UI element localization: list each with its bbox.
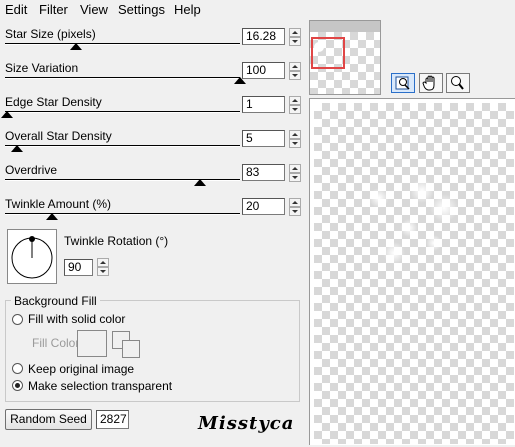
star-size-spinner[interactable] bbox=[289, 28, 301, 46]
zoom-fit-button[interactable] bbox=[391, 73, 415, 93]
zoom-fit-icon bbox=[395, 76, 410, 90]
menu-filter[interactable]: Filter bbox=[39, 2, 68, 17]
size-variation-input[interactable]: 100 bbox=[242, 62, 285, 79]
fill-color-swatch[interactable] bbox=[77, 330, 107, 357]
star-size-input[interactable]: 16.28 bbox=[242, 28, 285, 45]
watermark-signature: Misstyca bbox=[198, 413, 295, 434]
twinkle-amount-slider-thumb[interactable] bbox=[46, 213, 58, 220]
overdrive-slider-thumb[interactable] bbox=[194, 179, 207, 186]
make-selection-transparent-label[interactable]: Make selection transparent bbox=[28, 379, 172, 393]
spin-down-arrow-icon[interactable] bbox=[289, 71, 301, 80]
twinkle-amount-spinner[interactable] bbox=[289, 198, 301, 216]
fill-solid-color-label[interactable]: Fill with solid color bbox=[28, 312, 125, 326]
navigator-panel bbox=[309, 20, 381, 95]
overall-star-density-spinner[interactable] bbox=[289, 130, 301, 148]
spin-down-arrow-icon[interactable] bbox=[289, 37, 301, 46]
size-variation-spinner[interactable] bbox=[289, 62, 301, 80]
navigator-star-dot bbox=[314, 42, 324, 52]
rotation-dial-icon bbox=[11, 236, 53, 279]
keep-original-image-radio[interactable] bbox=[12, 363, 23, 374]
spin-up-arrow-icon[interactable] bbox=[289, 62, 301, 71]
overall-star-density-label: Overall Star Density bbox=[5, 129, 112, 143]
spin-down-arrow-icon[interactable] bbox=[97, 267, 109, 276]
rotation-dial[interactable] bbox=[7, 229, 57, 284]
overdrive-input[interactable]: 83 bbox=[242, 164, 285, 181]
spin-down-arrow-icon[interactable] bbox=[289, 139, 301, 148]
overdrive-label: Overdrive bbox=[5, 163, 58, 177]
overall-star-density-slider-track[interactable] bbox=[5, 145, 240, 147]
preview-canvas[interactable] bbox=[314, 103, 514, 444]
spin-up-arrow-icon[interactable] bbox=[289, 96, 301, 105]
keep-original-image-label[interactable]: Keep original image bbox=[28, 362, 134, 376]
edge-star-density-spinner[interactable] bbox=[289, 96, 301, 114]
twinkle-rotation-spinner[interactable] bbox=[97, 258, 109, 276]
spin-up-arrow-icon[interactable] bbox=[97, 258, 109, 267]
fill-color-back-swatch[interactable] bbox=[122, 340, 140, 358]
overdrive-spinner[interactable] bbox=[289, 164, 301, 182]
preview-stars bbox=[369, 179, 458, 264]
spin-up-arrow-icon[interactable] bbox=[289, 198, 301, 207]
menu-settings[interactable]: Settings bbox=[118, 2, 165, 17]
magnifier-icon bbox=[451, 76, 464, 90]
spin-down-arrow-icon[interactable] bbox=[289, 207, 301, 216]
twinkle-amount-label: Twinkle Amount (%) bbox=[5, 197, 112, 211]
random-seed-button[interactable]: Random Seed bbox=[5, 409, 92, 430]
overall-star-density-slider-thumb[interactable] bbox=[10, 145, 23, 152]
preview-panel bbox=[309, 98, 515, 445]
fill-solid-color-radio[interactable] bbox=[12, 314, 23, 325]
menu-view[interactable]: View bbox=[80, 2, 108, 17]
star-size-slider-thumb[interactable] bbox=[69, 43, 82, 50]
spin-down-arrow-icon[interactable] bbox=[289, 173, 301, 182]
edge-star-density-slider-thumb[interactable] bbox=[1, 111, 14, 118]
magnifier-button[interactable] bbox=[446, 73, 470, 93]
spin-up-arrow-icon[interactable] bbox=[289, 164, 301, 173]
fill-color-label: Fill Color bbox=[32, 336, 80, 350]
spin-up-arrow-icon[interactable] bbox=[289, 130, 301, 139]
size-variation-slider-track[interactable] bbox=[5, 77, 240, 79]
menu-bar: Edit Filter View Settings Help bbox=[0, 0, 305, 20]
hand-pan-button[interactable] bbox=[419, 73, 443, 93]
edge-star-density-slider-track[interactable] bbox=[5, 111, 240, 113]
menu-help[interactable]: Help bbox=[174, 2, 201, 17]
twinkle-rotation-input[interactable]: 90 bbox=[64, 259, 93, 276]
star-size-slider-track[interactable] bbox=[5, 43, 240, 45]
edge-star-density-input[interactable]: 1 bbox=[242, 96, 285, 113]
twinkle-rotation-label: Twinkle Rotation (°) bbox=[64, 234, 169, 248]
random-seed-input[interactable]: 2827 bbox=[96, 410, 129, 429]
edge-star-density-label: Edge Star Density bbox=[5, 95, 102, 109]
star-size-label: Star Size (pixels) bbox=[5, 27, 96, 41]
size-variation-label: Size Variation bbox=[5, 61, 79, 75]
twinkle-amount-slider-track[interactable] bbox=[5, 213, 240, 215]
overall-star-density-input[interactable]: 5 bbox=[242, 130, 285, 147]
twinkle-amount-input[interactable]: 20 bbox=[242, 198, 285, 215]
background-fill-title: Background Fill bbox=[11, 294, 100, 308]
spin-down-arrow-icon[interactable] bbox=[289, 105, 301, 114]
hand-pan-icon bbox=[422, 75, 435, 91]
make-selection-transparent-radio[interactable] bbox=[12, 380, 23, 391]
menu-edit[interactable]: Edit bbox=[5, 2, 27, 17]
spin-up-arrow-icon[interactable] bbox=[289, 28, 301, 37]
